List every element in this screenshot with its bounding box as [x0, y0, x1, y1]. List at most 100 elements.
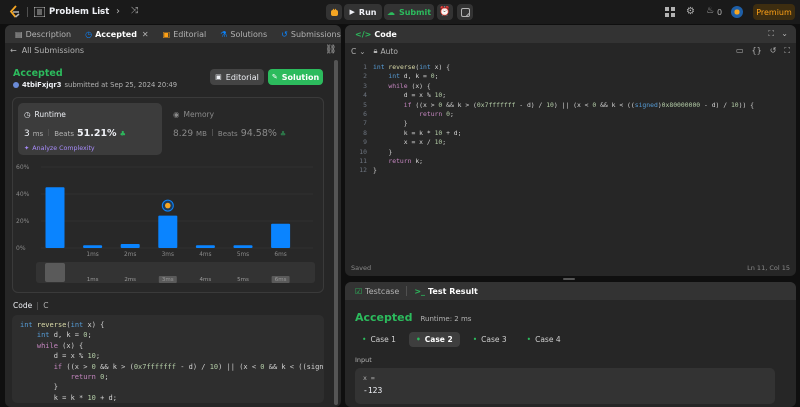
back-to-submissions[interactable]: ← All Submissions — [10, 46, 84, 55]
tab-test-result[interactable]: >_ Test Result — [410, 282, 482, 300]
code-line: while (x) { — [36, 341, 84, 350]
code-brackets-icon: </> — [355, 29, 372, 39]
maximize-icon[interactable]: ⛶ — [768, 29, 774, 39]
close-icon[interactable]: ✕ — [142, 30, 149, 39]
debug-button[interactable] — [326, 4, 342, 20]
line-number: 12 — [359, 166, 367, 175]
submitted-at: submitted at Sep 25, 2024 20:49 — [64, 81, 178, 89]
code-lines: int reverse(int x) { int d, k = 0; while… — [20, 320, 324, 403]
link-icon[interactable]: ⛓ — [325, 45, 336, 55]
collapse-icon[interactable]: ⌄ — [781, 29, 788, 38]
tab-solutions[interactable]: ⚗ Solutions — [216, 25, 271, 43]
divider — [37, 301, 39, 310]
case-tab-2[interactable]: • Case 2 — [408, 332, 460, 347]
tab-editorial[interactable]: ▣ Editorial — [159, 25, 211, 43]
settings-gear-icon[interactable]: ⚙ — [686, 6, 695, 17]
result-tab-bar: ☑ Testcase >_ Test Result — [345, 282, 796, 300]
line-number: 4 — [363, 91, 367, 100]
x-tick-label: 4ms — [199, 252, 211, 258]
reset-icon[interactable]: ⛶ — [784, 46, 790, 56]
line-number: 8 — [363, 128, 367, 137]
logo-icon[interactable] — [8, 5, 22, 19]
chart-bar[interactable] — [83, 245, 103, 248]
book-icon: ▣ — [162, 29, 171, 39]
case-pass-dot: • — [415, 335, 421, 344]
range-tick-label: 5ms — [237, 277, 249, 283]
description-icon: ▤ — [15, 29, 23, 39]
tab-accepted[interactable]: ◷ Accepted ✕ — [81, 25, 153, 43]
case-tab-1[interactable]: • Case 1 — [355, 332, 403, 347]
avatar[interactable] — [731, 6, 743, 18]
case-tab-4[interactable]: • Case 4 — [520, 332, 568, 347]
chart-bar[interactable] — [120, 243, 140, 248]
username[interactable]: 4tbiFxjqr3 — [22, 81, 61, 89]
x-tick-label: 5ms — [237, 252, 249, 258]
code-line: return k; — [388, 156, 424, 165]
braces-icon[interactable]: {} — [752, 46, 762, 56]
fire-icon[interactable]: ♨ — [706, 6, 714, 16]
test-result-panel: ☑ Testcase >_ Test Result Accepted Runti… — [345, 282, 796, 407]
chevron-left-icon[interactable]: ‹ — [99, 6, 103, 17]
code-tab-bar: </> Code ⛶ ⌄ — [345, 25, 796, 43]
layout-grid-icon[interactable] — [665, 7, 675, 17]
submit-label: Submit — [398, 7, 432, 17]
code-line: int d, k = 0; — [36, 331, 92, 340]
code-line: if ((x > 0 && k > (0x7fffffff - d) / 10)… — [403, 100, 755, 109]
tab-test-result-label: Test Result — [428, 286, 478, 296]
input-var-value: -123 — [363, 386, 383, 395]
top-bar: Problem List ‹ › ⤨ ▶ Run ☁ Submit ⏰ ⚙ ♨ … — [0, 0, 800, 24]
tab-code[interactable]: </> Code — [351, 25, 401, 43]
editor-line-numbers: 1 2 3 4 5 6 7 8 9 10 11 12 — [345, 63, 367, 176]
panel-resize-handle[interactable] — [563, 278, 575, 280]
tab-editorial-label: Editorial — [173, 29, 207, 39]
submitted-code-block[interactable]: int reverse(int x) { int d, k = 0; while… — [12, 315, 324, 403]
notes-button[interactable] — [457, 4, 473, 20]
submit-button[interactable]: ☁ Submit — [384, 4, 434, 20]
language-value: C — [351, 46, 357, 56]
left-panel-scrollbar[interactable] — [334, 60, 338, 405]
code-line: int reverse(int x) { — [20, 321, 105, 329]
case-tab-3[interactable]: • Case 3 — [466, 332, 514, 347]
tab-submissions-label: Submissions — [290, 29, 341, 39]
case-label: Case 3 — [481, 335, 507, 344]
solution-button[interactable]: ✎ Solution — [268, 69, 323, 85]
shuffle-icon[interactable]: ⤨ — [131, 6, 138, 16]
problem-list-icon[interactable] — [33, 6, 45, 18]
code-line: int reverse(int x) { — [373, 63, 450, 71]
tab-submissions[interactable]: ↺ Submissions — [277, 25, 341, 43]
undo-icon[interactable]: ↺ — [770, 46, 777, 56]
x-tick-label: 6ms — [274, 252, 286, 258]
case-pass-dot: • — [472, 335, 478, 344]
auto-mode[interactable]: 🔒︎ Auto — [374, 46, 398, 56]
chart-bar[interactable] — [271, 223, 291, 248]
tab-description[interactable]: ▤ Description — [11, 25, 75, 43]
user-avatar-icon — [13, 82, 19, 88]
lock-icon: 🔒︎ — [373, 46, 378, 55]
run-button[interactable]: ▶ Run — [344, 4, 382, 20]
tab-testcase[interactable]: ☑ Testcase — [351, 282, 403, 300]
range-tick-label: 6ms — [275, 277, 287, 283]
tab-testcase-label: Testcase — [365, 286, 400, 296]
x-tick-label: 2ms — [124, 252, 136, 258]
code-editor[interactable]: 1 2 3 4 5 6 7 8 9 10 11 12 int reverse(int x) { int… — [345, 63, 796, 258]
chart-bar[interactable] — [45, 187, 65, 248]
submission-status: Accepted — [13, 68, 63, 79]
avatar-marker-dot — [165, 202, 171, 209]
code-line: d = x % 10; — [20, 352, 101, 361]
bookmark-icon[interactable]: ▭ — [736, 46, 744, 56]
terminal-icon: >_ — [414, 286, 426, 296]
chart-bar[interactable] — [195, 245, 215, 248]
runtime-distribution-chart[interactable]: 60% 40% 20% 0% 1ms 2ms 3ms 4ms 5ms 6ms 1ms 2ms 3ms 4m… — [13, 98, 323, 288]
chart-bar[interactable] — [158, 215, 178, 248]
code-line: d = x % 10; — [373, 91, 447, 100]
left-panel: ▤ Description ◷ Accepted ✕ ▣ Editorial ⚗… — [5, 25, 341, 407]
language-select[interactable]: C ⌄ — [351, 47, 366, 56]
input-box[interactable]: x = -123 — [355, 368, 775, 404]
chevron-right-icon[interactable]: › — [116, 6, 120, 17]
timer-button[interactable]: ⏰ — [437, 4, 453, 20]
editorial-button[interactable]: ▣ Editorial — [210, 69, 264, 85]
case-tabs: • Case 1 • Case 2 • Case 3 • Case 4 — [355, 332, 568, 347]
premium-button[interactable]: Premium — [753, 4, 795, 20]
chart-bar[interactable] — [233, 245, 253, 248]
stats-card: ◷ Runtime 3 ms Beats 51.21% ♣ ✦ Analyze … — [12, 97, 324, 293]
